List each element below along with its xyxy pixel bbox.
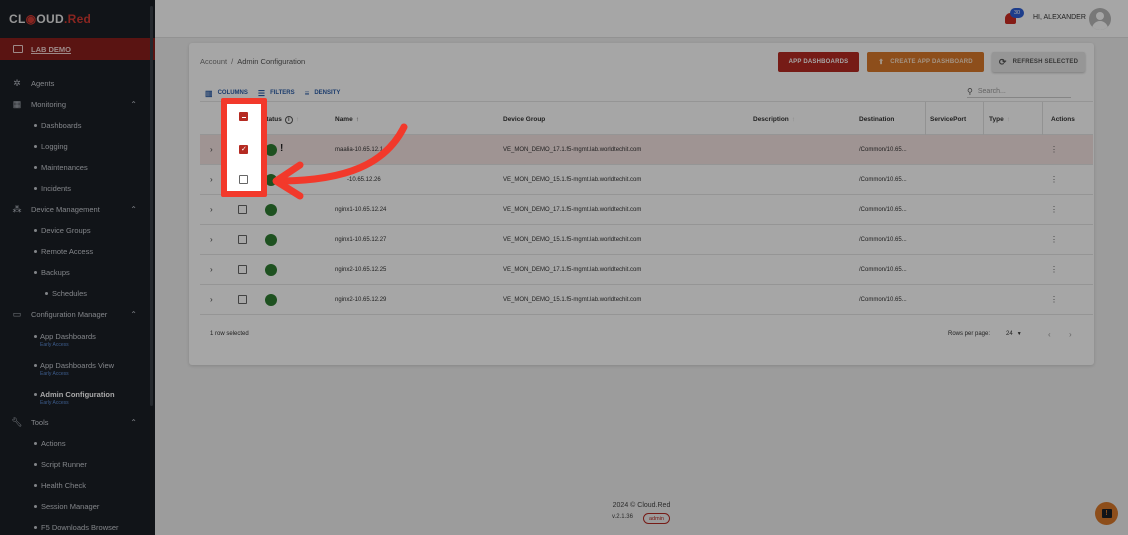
annotation-arrow [272, 123, 408, 200]
arrow-curve [279, 123, 408, 185]
